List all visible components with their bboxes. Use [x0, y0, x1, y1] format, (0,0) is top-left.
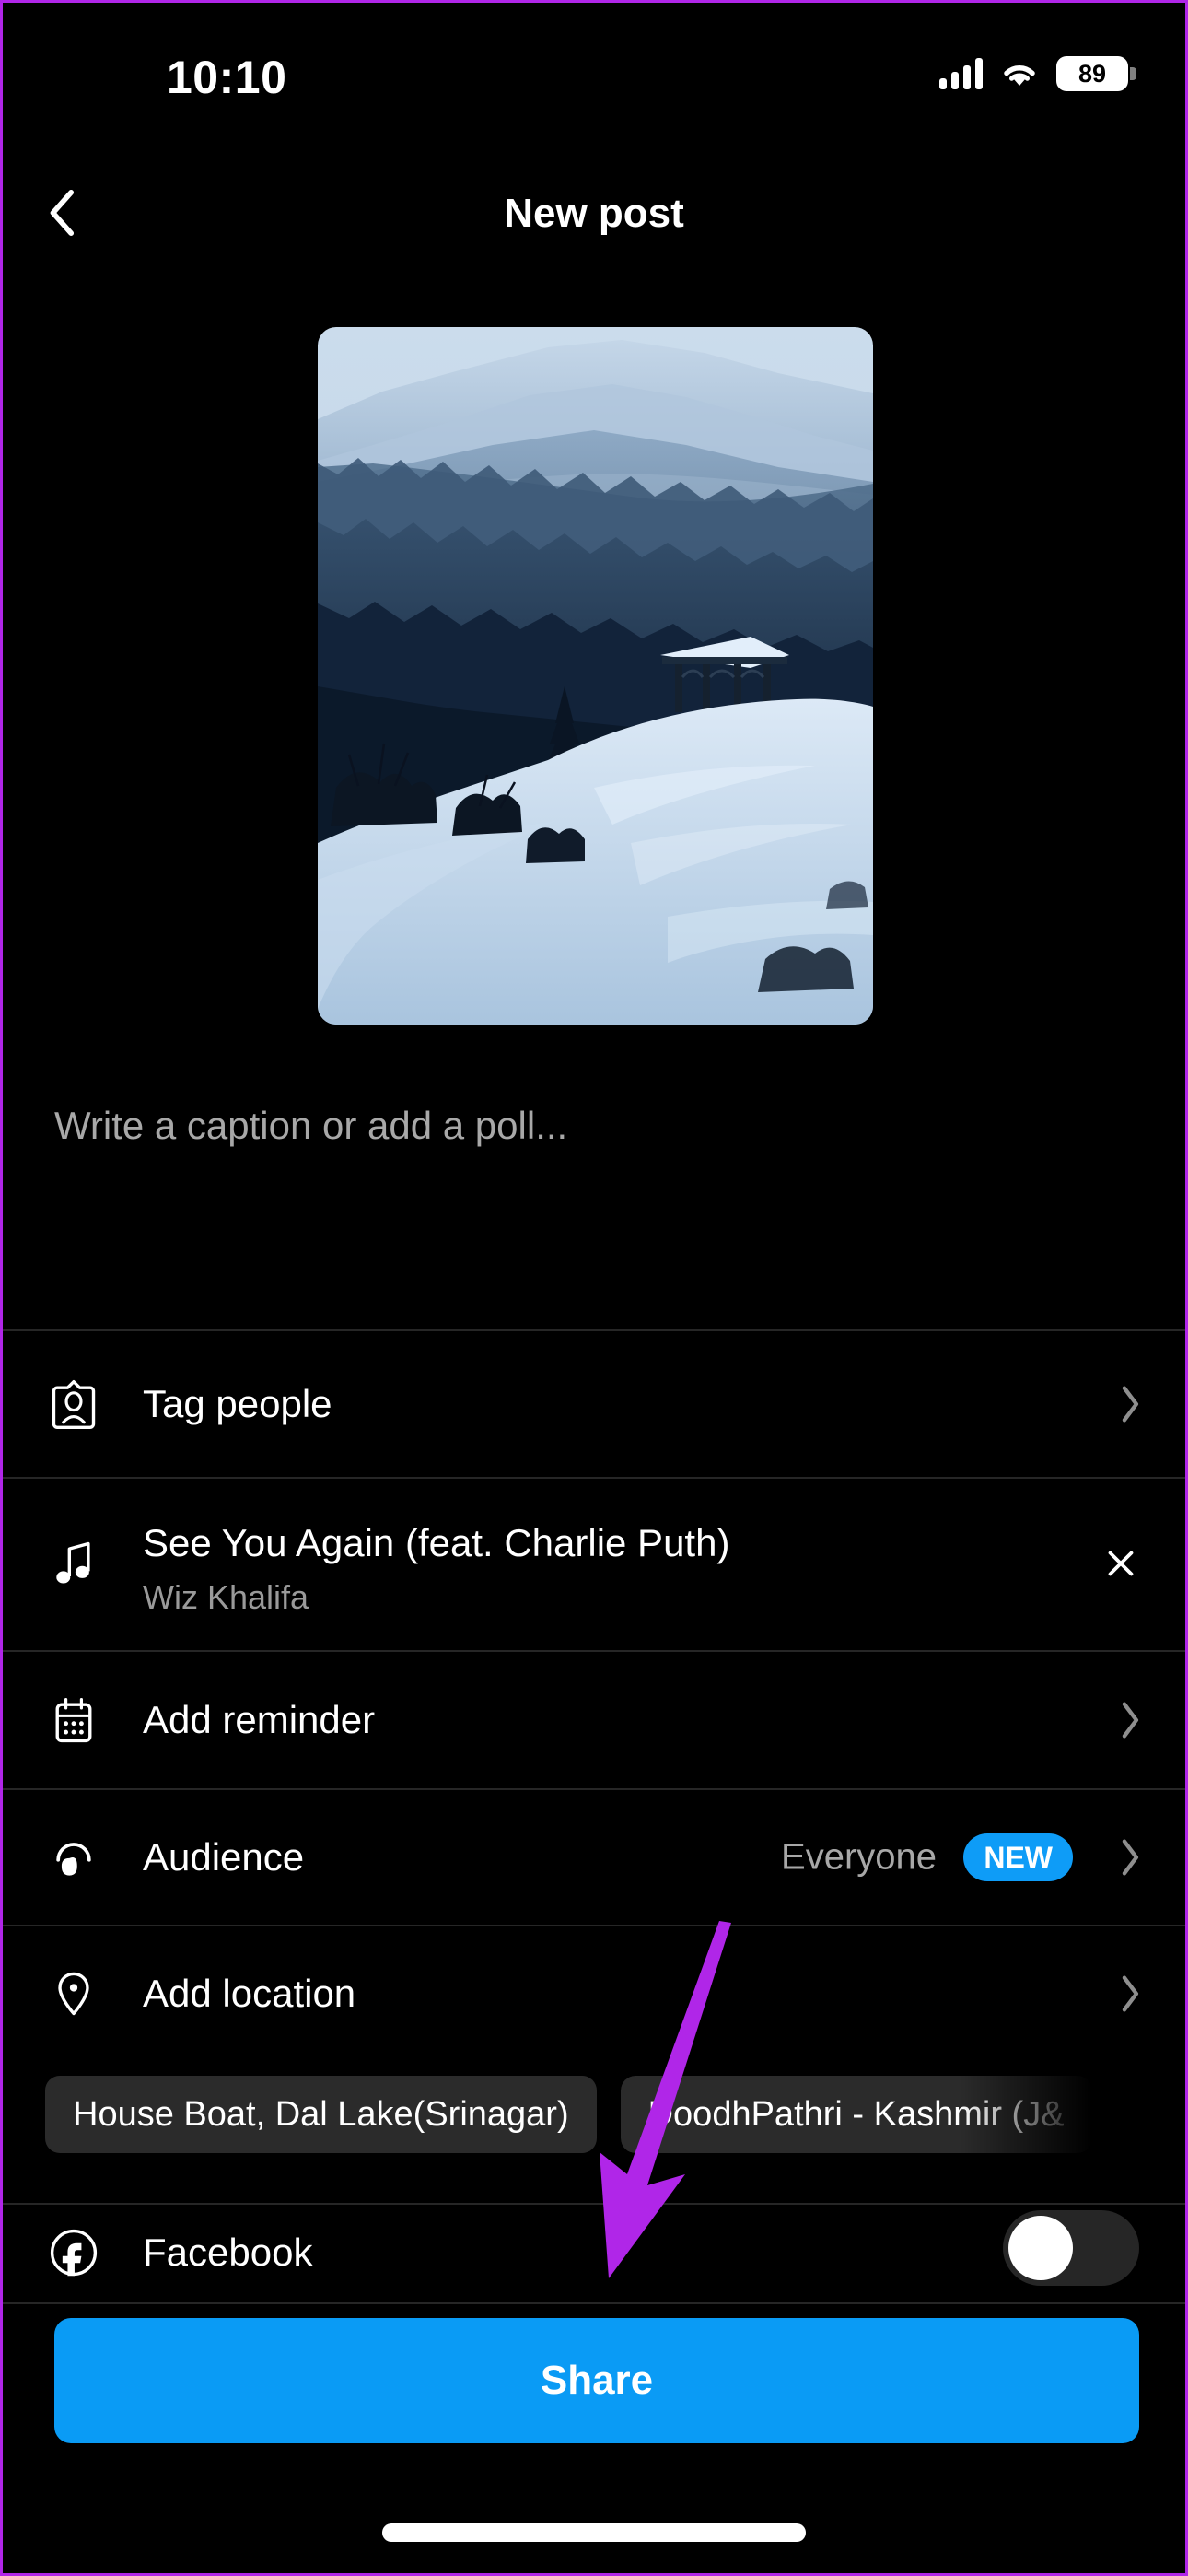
row-label-add-location: Add location	[143, 1972, 356, 2015]
row-label-add-reminder: Add reminder	[143, 1698, 376, 1741]
row-audience[interactable]: Audience Everyone NEW	[3, 1790, 1185, 1925]
row-tag-people[interactable]: Tag people	[3, 1331, 1185, 1477]
tag-people-icon	[45, 1376, 102, 1433]
chevron-right-icon	[1112, 1833, 1148, 1881]
nav-bar: New post	[3, 158, 1185, 272]
caption-placeholder: Write a caption or add a poll...	[54, 1104, 568, 1147]
location-pin-icon	[45, 1965, 102, 2022]
divider	[3, 2302, 1185, 2304]
close-icon[interactable]	[1097, 1540, 1145, 1587]
location-chip[interactable]: DoodhPathri - Kashmir (J&	[620, 2076, 1092, 2153]
music-track-artist: Wiz Khalifa	[143, 1578, 309, 1616]
share-button-label: Share	[540, 2358, 654, 2403]
facebook-toggle[interactable]	[1003, 2210, 1139, 2286]
battery-icon: 89	[1056, 56, 1136, 91]
status-bar: 10:10 89	[3, 3, 1185, 141]
row-add-reminder[interactable]: Add reminder	[3, 1652, 1185, 1788]
cellular-signal-icon	[939, 58, 983, 89]
wifi-icon	[999, 58, 1040, 89]
status-time: 10:10	[167, 52, 287, 103]
toggle-knob	[1008, 2216, 1073, 2280]
row-facebook-share[interactable]: Facebook	[3, 2205, 1185, 2302]
audience-icon	[45, 1829, 102, 1886]
home-indicator	[382, 2523, 806, 2542]
battery-percent-label: 89	[1077, 59, 1107, 88]
music-note-icon	[45, 1535, 102, 1592]
page-title: New post	[504, 191, 684, 236]
caption-field[interactable]: Write a caption or add a poll...	[3, 1053, 1185, 1320]
location-suggestions[interactable]: House Boat, Dal Lake(Srinagar) DoodhPath…	[3, 2073, 1185, 2156]
row-label-tag-people: Tag people	[143, 1382, 332, 1425]
chevron-right-icon	[1112, 1380, 1148, 1428]
location-chip[interactable]: House Boat, Dal Lake(Srinagar)	[45, 2076, 597, 2153]
row-music-track[interactable]: See You Again (feat. Charlie Puth) Wiz K…	[3, 1477, 1185, 1650]
row-label-facebook: Facebook	[143, 2231, 313, 2274]
status-badge-new: NEW	[963, 1833, 1073, 1881]
status-indicators: 89	[939, 56, 1136, 91]
chevron-right-icon	[1112, 1970, 1148, 2018]
instagram-new-post-screen: 10:10 89 New post Write a caption or add…	[0, 0, 1188, 2576]
facebook-icon	[45, 2224, 102, 2281]
post-media-thumbnail[interactable]	[318, 327, 873, 1025]
audience-value: Everyone	[781, 1836, 937, 1878]
row-label-audience: Audience	[143, 1835, 305, 1879]
calendar-icon	[45, 1692, 102, 1749]
music-track-title: See You Again (feat. Charlie Puth)	[143, 1521, 730, 1564]
row-add-location[interactable]: Add location	[3, 1926, 1185, 2061]
share-button[interactable]: Share	[54, 2318, 1139, 2443]
chevron-right-icon	[1112, 1696, 1148, 1744]
